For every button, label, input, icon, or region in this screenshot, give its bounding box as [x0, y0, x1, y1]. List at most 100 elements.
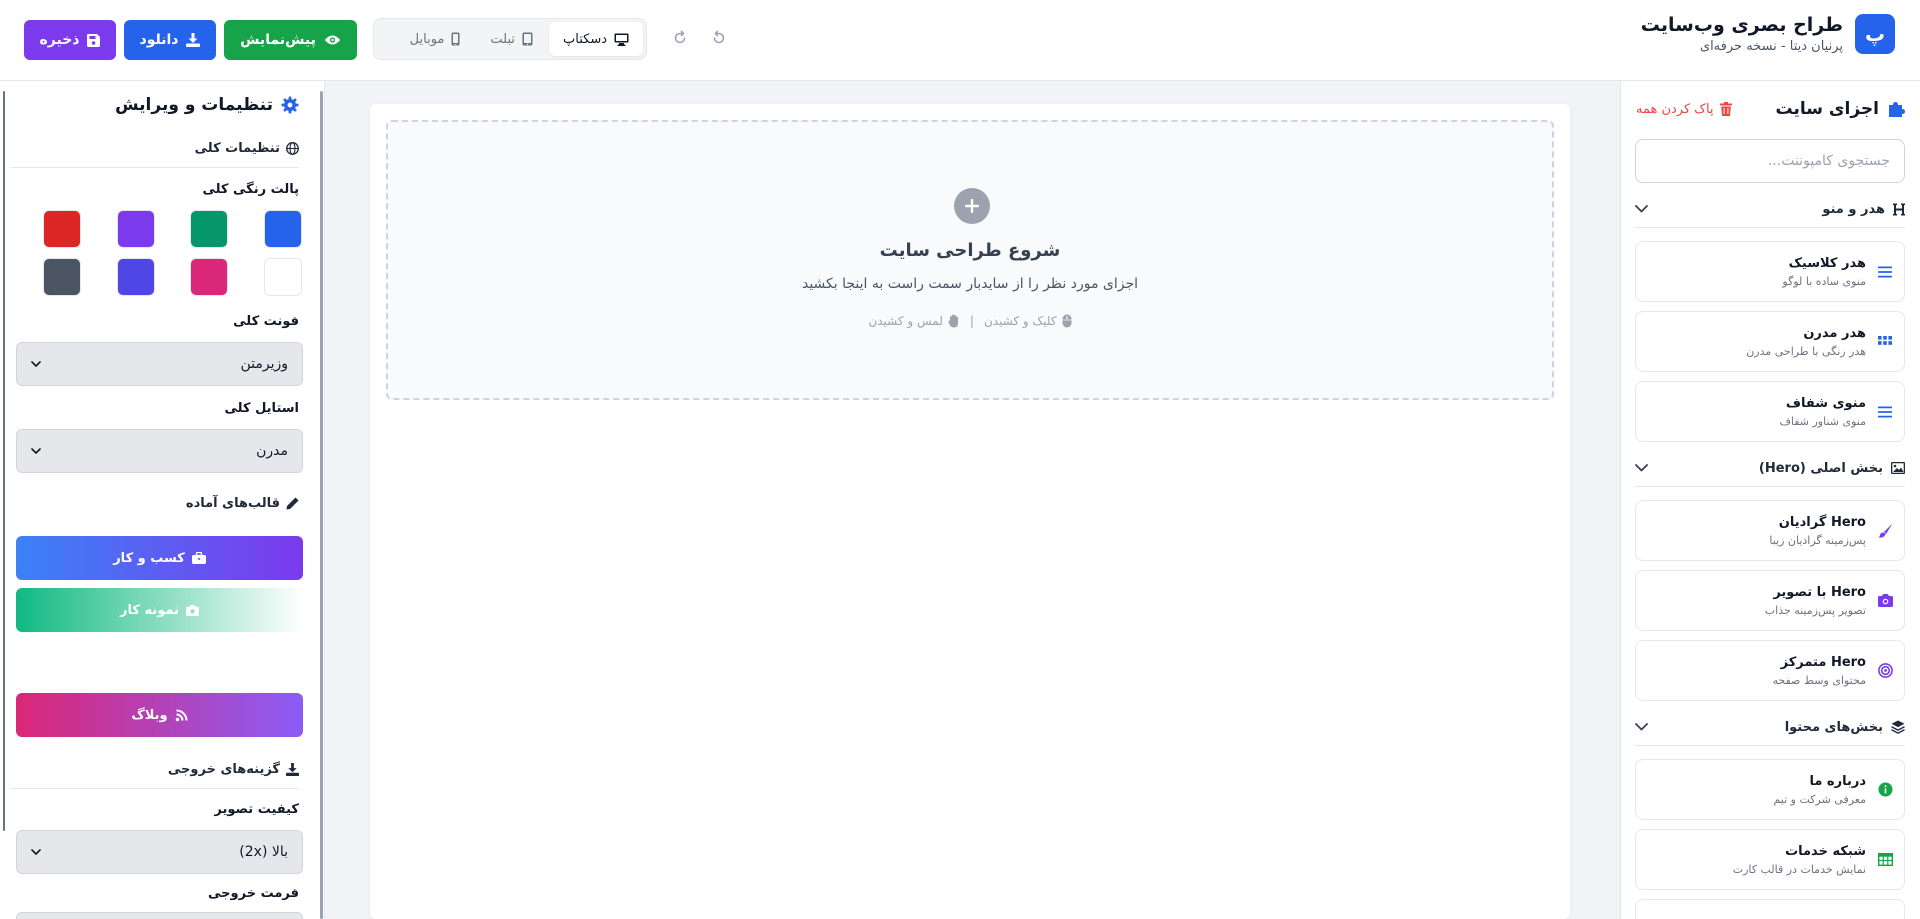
component-desc: معرفی شرکت و تیم: [1773, 792, 1866, 806]
component-desc: هدر رنگی با طراحی مدرن: [1746, 344, 1866, 358]
clear-all-button[interactable]: پاک کردن همه: [1636, 102, 1732, 117]
puzzle-icon: [1887, 100, 1905, 118]
section-export: گزینه‌های خروجی: [11, 758, 299, 780]
quality-value: بالا (2x): [239, 844, 288, 860]
image-icon: [1891, 462, 1905, 474]
trash-icon: [1719, 102, 1732, 116]
category-header-menu[interactable]: هدر و منو: [1635, 197, 1905, 221]
component-desc: منوی ساده با لوگو: [1782, 274, 1866, 288]
category-content[interactable]: بخش‌های محتوا: [1635, 715, 1905, 739]
style-select[interactable]: مدرن: [16, 429, 303, 473]
component-classic-header[interactable]: هدر کلاسیک منوی ساده با لوگو: [1635, 241, 1905, 302]
drop-zone-description: اجزای مورد نظر را از سایدبار سمت راست به…: [801, 276, 1139, 292]
components-title: اجزای سایت: [1775, 99, 1879, 119]
heading-icon: [1893, 203, 1905, 216]
component-hero-centered[interactable]: Hero متمرکز محتوای وسط صفحه: [1635, 640, 1905, 701]
app-subtitle: پرنیان دیتا - نسخه حرفه‌ای: [1699, 39, 1843, 54]
color-swatch[interactable]: [117, 210, 155, 248]
component-modern-header[interactable]: هدر مدرن هدر رنگی با طراحی مدرن: [1635, 311, 1905, 372]
format-select[interactable]: [16, 912, 303, 919]
component-transparent-menu[interactable]: منوی شفاف منوی شناور شفاف: [1635, 381, 1905, 442]
color-swatch[interactable]: [43, 210, 81, 248]
camera-icon: [1876, 594, 1894, 607]
globe-icon: [286, 141, 299, 155]
preview-label: پیش‌نمایش: [240, 32, 316, 48]
section-general: تنظیمات کلی: [11, 137, 299, 159]
component-services-grid[interactable]: شبکه خدمات نمایش خدمات در قالب کارت: [1635, 829, 1905, 890]
component-desc: محتوای وسط صفحه: [1772, 673, 1866, 687]
save-button[interactable]: ذخیره: [24, 20, 116, 60]
device-mobile-button[interactable]: موبایل: [396, 22, 475, 56]
component-partial-next[interactable]: [1635, 899, 1905, 919]
color-swatch[interactable]: [190, 258, 228, 296]
component-search-input[interactable]: [1635, 139, 1905, 183]
category-label: بخش‌های محتوا: [1784, 719, 1883, 735]
blog-icon: [175, 709, 188, 722]
color-swatch[interactable]: [264, 258, 302, 296]
gear-icon: [281, 96, 299, 114]
template-label: نمونه کار: [120, 602, 179, 618]
plus-icon: [954, 188, 990, 224]
chevron-down-icon: [31, 448, 41, 454]
settings-title: تنظیمات و ویرایش: [115, 95, 273, 115]
eye-icon: [324, 34, 341, 46]
quality-select[interactable]: بالا (2x): [16, 830, 303, 874]
style-label: استایل کلی: [224, 401, 299, 416]
mouse-icon: [1062, 314, 1072, 328]
download-button[interactable]: دانلود: [124, 20, 216, 60]
color-swatch[interactable]: [190, 210, 228, 248]
section-templates: قالب‌های آماده: [11, 492, 299, 514]
format-label: فرمت خروجی: [208, 886, 299, 901]
device-tablet-label: تبلت: [490, 31, 516, 47]
undo-icon[interactable]: [710, 27, 728, 49]
panel-scrollbar[interactable]: [320, 91, 323, 919]
components-sidebar: اجزای سایت پاک کردن همه هدر و منو هدر کل…: [1620, 81, 1920, 919]
category-label: هدر و منو: [1822, 201, 1885, 217]
bars-icon: [1876, 406, 1894, 418]
template-label: کسب و کار: [113, 550, 185, 566]
component-desc: نمایش خدمات در قالب کارت: [1732, 862, 1866, 876]
redo-icon[interactable]: [671, 27, 689, 49]
drop-zone[interactable]: شروع طراحی سایت اجزای مورد نظر را از سای…: [386, 120, 1554, 400]
style-value: مدرن: [256, 443, 288, 459]
clear-all-label: پاک کردن همه: [1636, 101, 1714, 117]
chevron-down-icon: [31, 849, 41, 855]
table-icon: [1876, 853, 1894, 866]
brush-icon: [1876, 523, 1894, 538]
category-hero[interactable]: بخش اصلی (Hero): [1635, 456, 1905, 480]
component-desc: پس‌زمینه گرادیان زیبا: [1769, 533, 1866, 547]
bars-icon: [1876, 266, 1894, 278]
divider: [11, 167, 299, 168]
device-tablet-button[interactable]: تبلت: [476, 22, 547, 56]
color-swatch[interactable]: [117, 258, 155, 296]
drop-zone-hints: کلیک و کشیدن | لمس و کشیدن: [388, 314, 1552, 328]
color-swatch[interactable]: [43, 258, 81, 296]
template-business-button[interactable]: کسب و کار: [16, 536, 303, 580]
layers-icon: [1891, 720, 1905, 734]
desktop-icon: [614, 33, 629, 46]
device-desktop-button[interactable]: دسکتاپ: [549, 22, 643, 56]
save-label: ذخیره: [39, 32, 80, 48]
drop-zone-title: شروع طراحی سایت: [879, 240, 1061, 261]
color-swatch[interactable]: [264, 210, 302, 248]
top-bar: پ طراح بصری وب‌سایت پرنیان دیتا - نسخه ح…: [0, 0, 1920, 81]
hint-mouse: کلیک و کشیدن: [983, 314, 1057, 328]
section-label: گزینه‌های خروجی: [167, 761, 280, 777]
template-portfolio-button[interactable]: نمونه کار: [16, 588, 303, 632]
component-title: منوی شفاف: [1785, 395, 1866, 411]
chevron-down-icon: [1635, 464, 1648, 472]
divider: [1635, 227, 1905, 228]
component-about-us[interactable]: درباره ما معرفی شرکت و تیم: [1635, 759, 1905, 820]
font-select[interactable]: وزیرمتن: [16, 342, 303, 386]
component-hero-gradient[interactable]: Hero گرادیان پس‌زمینه گرادیان زیبا: [1635, 500, 1905, 561]
preview-button[interactable]: پیش‌نمایش: [224, 20, 357, 60]
brand-logo: پ: [1855, 14, 1895, 54]
hint-separator: |: [969, 314, 974, 328]
component-hero-image[interactable]: Hero با تصویر تصویر پس‌زمینه جذاب: [1635, 570, 1905, 631]
mobile-icon: [451, 32, 460, 46]
info-icon: [1876, 782, 1894, 797]
template-label: وبلاگ: [131, 707, 168, 723]
tablet-icon: [522, 32, 533, 46]
component-title: هدر کلاسیک: [1788, 255, 1866, 271]
template-blog-button[interactable]: وبلاگ: [16, 693, 303, 737]
